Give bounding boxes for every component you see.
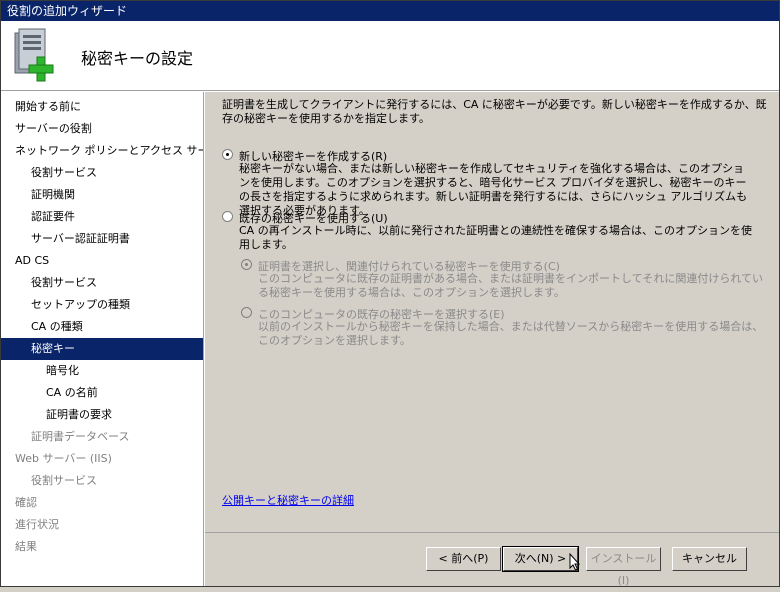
sidebar-item: 役割サービス	[31, 474, 97, 487]
option-existing-key[interactable]: 既存の秘密キーを使用する(U) CA の再インストール時に、以前に発行された証明…	[222, 210, 767, 251]
sidebar-item[interactable]: 証明書の要求	[1, 404, 203, 426]
sidebar-item[interactable]: ネットワーク ポリシーとアクセス サービ...	[1, 140, 203, 162]
wizard-footer: < 前へ(P) 次へ(N) > インストール(I) キャンセル	[205, 532, 779, 587]
next-button[interactable]: 次へ(N) >	[502, 546, 579, 572]
option-new-key[interactable]: 新しい秘密キーを作成する(R) 秘密キーがない場合、または新しい秘密キーを作成し…	[222, 148, 767, 217]
sidebar-item[interactable]: 役割サービス	[1, 272, 203, 294]
radio-existing-key[interactable]	[222, 211, 233, 222]
cancel-button[interactable]: キャンセル	[672, 547, 747, 571]
step-list: 開始する前にサーバーの役割ネットワーク ポリシーとアクセス サービ...役割サー…	[1, 96, 203, 558]
wizard-header: 秘密キーの設定	[1, 21, 779, 91]
sidebar-item[interactable]: サーバーの役割	[1, 118, 203, 140]
radio-select-existing	[241, 307, 252, 318]
page-description: 証明書を生成してクライアントに発行するには、CA に秘密キーが必要です。新しい秘…	[222, 98, 767, 125]
sidebar-item: 証明書データベース	[31, 430, 130, 443]
main-content: 証明書を生成してクライアントに発行するには、CA に秘密キーが必要です。新しい秘…	[205, 92, 779, 532]
page-title: 秘密キーの設定	[81, 49, 194, 68]
sidebar-item[interactable]: 暗号化	[1, 360, 203, 382]
wizard-window: 役割の追加ウィザード 秘密キーの設定 開始する前に サーバーの役割 ネットワーク ポ…	[0, 0, 780, 587]
sidebar-item[interactable]: サーバー認証証明書	[1, 228, 203, 250]
sidebar-item[interactable]: AD CS	[1, 250, 203, 272]
option-select-existing: このコンピュータの既存の秘密キーを選択する(E) 以前のインストールから秘密キー…	[241, 306, 767, 350]
sidebar-item[interactable]: CA の名前	[1, 382, 203, 404]
option-existing-key-description: CA の再インストール時に、以前に発行された証明書との連続性を確保する場合は、こ…	[239, 224, 753, 251]
sidebar-item[interactable]: CA の種類	[1, 316, 203, 338]
option-select-cert-description: このコンピュータに既存の証明書がある場合、または証明書をインポートしてそれに関連…	[258, 272, 764, 299]
sidebar-item: 確認	[15, 496, 37, 509]
option-select-cert: 証明書を選択し、関連付けられている秘密キーを使用する(C) このコンピュータに既…	[241, 258, 767, 302]
sidebar-item[interactable]: 秘密キー	[1, 338, 203, 360]
sidebar-item[interactable]: 認証要件	[1, 206, 203, 228]
window-title: 役割の追加ウィザード	[1, 1, 779, 21]
back-button[interactable]: < 前へ(P)	[426, 547, 501, 571]
sidebar-item: 結果	[15, 540, 37, 553]
sidebar-item[interactable]: 役割サービス	[1, 162, 203, 184]
sidebar-item[interactable]: セットアップの種類	[1, 294, 203, 316]
key-details-link[interactable]: 公開キーと秘密キーの詳細	[222, 492, 354, 508]
radio-new-key[interactable]	[222, 149, 233, 160]
sidebar-item: 進行状況	[15, 518, 59, 531]
sidebar-item[interactable]: 証明機関	[1, 184, 203, 206]
sidebar-item: Web サーバー (IIS)	[15, 452, 112, 465]
option-select-existing-description: 以前のインストールから秘密キーを保持した場合、または代替ソースから秘密キーを使用…	[258, 320, 764, 347]
server-role-add-icon	[14, 28, 54, 82]
sidebar-item[interactable]: 開始する前に	[1, 96, 203, 118]
install-button: インストール(I)	[586, 547, 661, 587]
mouse-pointer-icon	[569, 553, 581, 571]
radio-select-cert	[241, 259, 252, 270]
wizard-step-nav: 開始する前にサーバーの役割ネットワーク ポリシーとアクセス サービ...役割サー…	[1, 92, 204, 586]
